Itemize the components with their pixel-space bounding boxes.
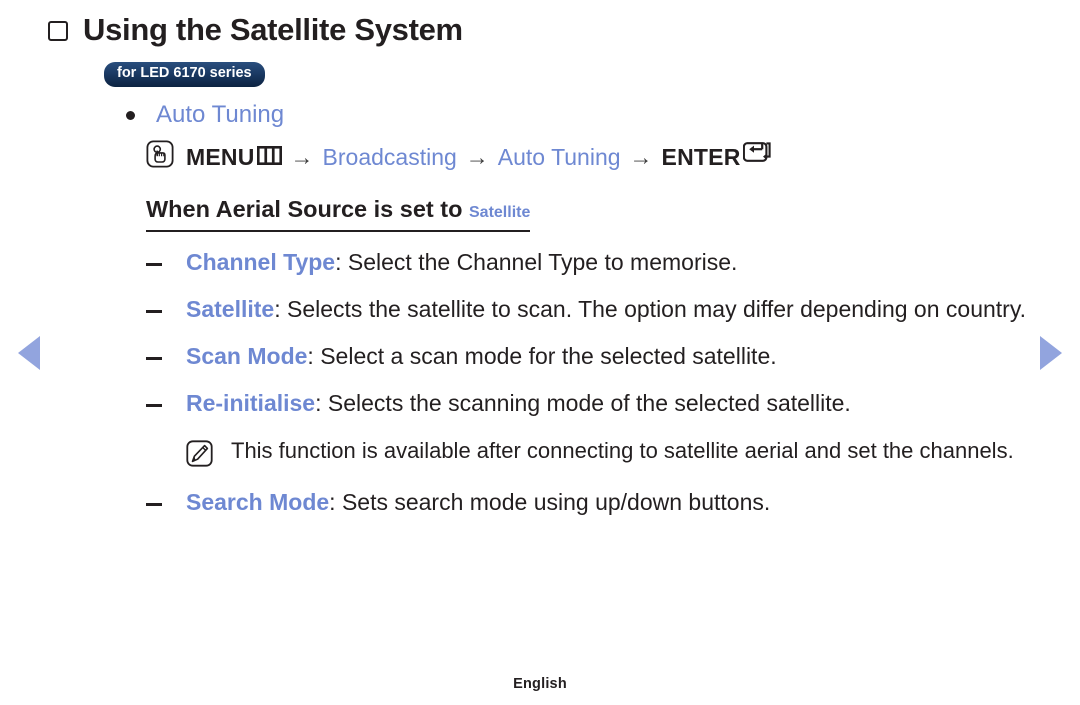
path-arrow-2: → (465, 143, 489, 170)
dash-bullet-icon (146, 403, 162, 407)
list-item-separator: : (315, 389, 328, 416)
section-bullet-label: Auto Tuning (156, 101, 285, 129)
page-title: Using the Satellite System (83, 12, 463, 47)
list-item-body: Re-initialise: Selects the scanning mode… (186, 387, 851, 420)
list-item-term: Channel Type (186, 248, 336, 275)
enter-label: ENTER (661, 143, 741, 170)
dash-bullet-icon (146, 262, 162, 266)
list-item-separator: : (329, 488, 342, 515)
page-title-row: Using the Satellite System (48, 10, 1032, 50)
round-bullet-icon (126, 111, 135, 121)
note-text: This function is available after connect… (231, 437, 1014, 463)
list-item: Search Mode: Sets search mode using up/d… (48, 486, 1032, 519)
menu-path-row: MENU → Broadcasting → Auto Tuning → ENTE… (48, 140, 1032, 176)
list-item-separator: : (335, 248, 348, 275)
hand-press-icon (146, 140, 174, 176)
list-item: Scan Mode: Select a scan mode for the se… (48, 340, 1032, 373)
list-item-term: Scan Mode (186, 342, 308, 369)
path-step-auto-tuning: Auto Tuning (497, 143, 621, 170)
menu-grid-icon (256, 143, 282, 173)
dash-bullet-icon (146, 356, 162, 360)
list-item-separator: : (274, 295, 287, 322)
subheading-row: When Aerial Source is set to Satellite (48, 196, 1032, 232)
next-page-arrow-icon[interactable] (1040, 336, 1062, 370)
list-item-description: Selects the scanning mode of the selecte… (327, 389, 851, 416)
path-arrow-1: → (290, 143, 314, 170)
badge-row: for LED 6170 series (48, 62, 1032, 88)
list-item-body: Search Mode: Sets search mode using up/d… (186, 486, 770, 519)
dash-bullet-icon (146, 309, 162, 313)
list-item: Channel Type: Select the Channel Type to… (48, 246, 1032, 279)
path-step-broadcasting: Broadcasting (322, 143, 457, 170)
path-arrow-3: → (629, 143, 653, 170)
list-item: Re-initialise: Selects the scanning mode… (48, 387, 1032, 420)
list-item: Satellite: Selects the satellite to scan… (48, 293, 1032, 326)
section-bullet-row: Auto Tuning (48, 99, 1032, 131)
model-series-badge: for LED 6170 series (104, 62, 265, 88)
list-item-term: Satellite (186, 295, 275, 322)
list-item-description: Sets search mode using up/down buttons. (341, 488, 771, 515)
list-item-body: Satellite: Selects the satellite to scan… (186, 293, 1026, 326)
subheading-accent: Satellite (469, 203, 531, 221)
footer-language-label: English (513, 676, 567, 692)
list-item-description: Select the Channel Type to memorise. (347, 248, 738, 275)
list-item-description: Select a scan mode for the selected sate… (320, 342, 777, 369)
previous-page-arrow-icon[interactable] (18, 336, 40, 370)
enter-key-icon (742, 141, 773, 174)
menu-label: MENU (186, 143, 255, 170)
content-column: Using the Satellite System for LED 6170 … (48, 0, 1032, 519)
list-item-term: Re-initialise (186, 389, 316, 416)
subheading-underline: When Aerial Source is set to Satellite (146, 195, 531, 232)
list-item-term: Search Mode (186, 488, 330, 515)
list-item-description: Selects the satellite to scan. The optio… (287, 295, 1027, 322)
note-icon (186, 440, 213, 472)
list-item-separator: : (307, 342, 321, 369)
dash-bullet-icon (146, 502, 162, 506)
subheading-prefix: When Aerial Source is set to (146, 195, 469, 222)
list-item-body: Channel Type: Select the Channel Type to… (186, 246, 737, 279)
square-bullet-icon (48, 21, 68, 41)
manual-page: Using the Satellite System for LED 6170 … (0, 0, 1080, 705)
note-row: This function is available after connect… (48, 434, 1032, 472)
list-item-body: Scan Mode: Select a scan mode for the se… (186, 340, 777, 373)
